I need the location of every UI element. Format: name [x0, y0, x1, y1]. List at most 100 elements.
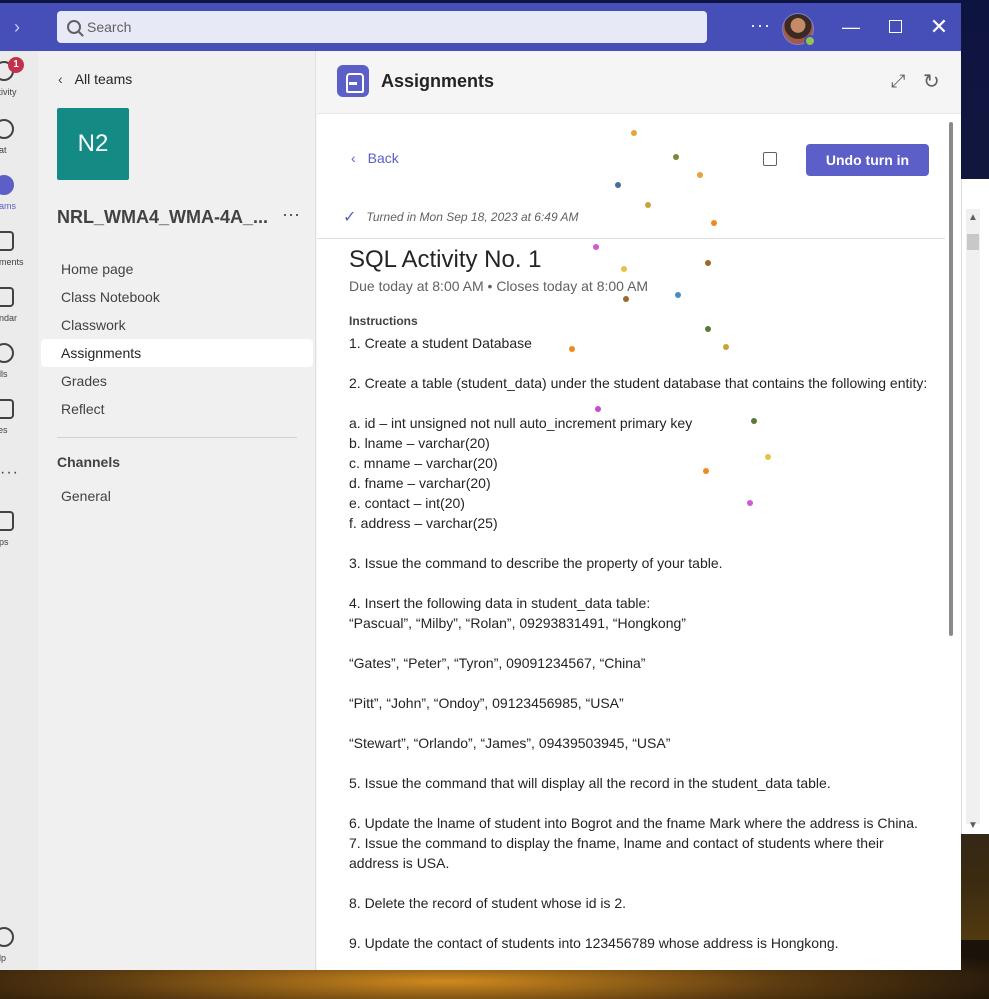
minimize-button[interactable]: — [839, 15, 863, 39]
teams-icon [0, 175, 14, 195]
instruction-line [349, 753, 939, 773]
confetti-dot [711, 220, 717, 226]
back-button[interactable]: ‹ Back [351, 150, 399, 166]
title-bar: › ··· — ✕ [0, 3, 961, 51]
nav-item-home-page[interactable]: Home page [41, 255, 313, 283]
instruction-line: “Pitt”, “John”, “Ondoy”, 09123456985, “U… [349, 695, 624, 711]
nav-item-assignments[interactable]: Assignments [41, 339, 313, 367]
background-window-scrollbar: ▲ ▼ [961, 179, 989, 834]
instruction-line [349, 713, 939, 733]
more-options-icon[interactable]: ··· [750, 15, 771, 36]
refresh-icon[interactable]: ↻ [923, 69, 940, 94]
search-icon [67, 20, 81, 34]
assignment-card: ‹ Back Undo turn in ✓ Turned in Mon Sep … [317, 113, 961, 970]
scrollbar-thumb[interactable] [967, 234, 979, 250]
nav-item-classwork[interactable]: Classwork [41, 311, 313, 339]
instruction-line [349, 793, 939, 813]
assignment-content: SQL Activity No. 1 Due today at 8:00 AM … [349, 245, 939, 953]
phone-icon [0, 343, 14, 363]
instruction-line: “Pascual”, “Milby”, “Rolan”, 09293831491… [349, 615, 686, 631]
rail-calls[interactable]: alls [0, 337, 38, 387]
rail-label: alls [0, 369, 8, 379]
rail-assignments[interactable]: nments [0, 225, 38, 275]
rail-teams[interactable]: eams [0, 169, 38, 219]
expand-icon[interactable]: ⤢ [891, 71, 905, 92]
team-nav: Home page Class Notebook Classwork Assig… [41, 255, 313, 423]
assignments-app-icon [337, 65, 369, 97]
instruction-line: 4. Insert the following data in student_… [349, 595, 651, 611]
rail-files[interactable]: iles [0, 393, 38, 443]
team-more-options-icon[interactable]: ··· [282, 204, 300, 225]
app-rail: 1 ctivity hat eams nments endar alls ile… [0, 51, 38, 970]
instruction-line: d. fname – varchar(20) [349, 475, 491, 491]
chevron-left-icon: ‹ [58, 71, 63, 87]
instruction-line: 8. Delete the record of student whose id… [349, 895, 627, 911]
all-teams-link[interactable]: ‹ All teams [58, 71, 132, 87]
page-title: Assignments [381, 71, 495, 91]
checkmark-icon: ✓ [343, 209, 357, 226]
confetti-dot [645, 202, 651, 208]
instruction-line: 3. Issue the command to describe the pro… [349, 555, 723, 571]
instruction-line: 6. Update the lname of student into Bogr… [349, 815, 918, 831]
rail-chat[interactable]: hat [0, 113, 38, 163]
turned-in-status: ✓ Turned in Mon Sep 18, 2023 at 6:49 AM [343, 207, 579, 227]
confetti-dot [705, 326, 711, 332]
rail-help[interactable]: elp [0, 921, 38, 970]
confetti-dot [703, 468, 709, 474]
confetti-dot [765, 454, 771, 460]
nav-item-reflect[interactable]: Reflect [41, 395, 313, 423]
team-name: NRL_WMA4_WMA-4A_... [57, 207, 269, 227]
confetti-dot [615, 182, 621, 188]
nav-item-grades[interactable]: Grades [41, 367, 313, 395]
expand-rail-chevron-icon[interactable]: › [6, 17, 28, 37]
instruction-line: “Gates”, “Peter”, “Tyron”, 09091234567, … [349, 655, 646, 671]
undo-turn-in-button[interactable]: Undo turn in [806, 144, 929, 176]
search-input[interactable] [87, 19, 687, 35]
content-scrollbar[interactable] [947, 118, 955, 968]
rail-apps[interactable]: pps [0, 505, 38, 555]
assignment-title: SQL Activity No. 1 [349, 246, 542, 273]
back-label: Back [367, 150, 399, 166]
more-apps-icon[interactable]: ··· [0, 464, 19, 482]
nav-item-class-notebook[interactable]: Class Notebook [41, 283, 313, 311]
confetti-dot [705, 260, 711, 266]
team-panel: ‹ All teams N2 NRL_WMA4_WMA-4A_... ··· H… [38, 51, 316, 970]
close-button[interactable]: ✕ [927, 15, 951, 39]
instruction-line: c. mname – varchar(20) [349, 455, 498, 471]
calendar-icon [0, 287, 14, 307]
confetti-dot [623, 296, 629, 302]
channel-item-general[interactable]: General [61, 488, 111, 504]
instructions-body: 1. Create a student Database 2. Create a… [349, 333, 939, 953]
instruction-line: 7. Issue the command to display the fnam… [349, 835, 884, 851]
scroll-up-arrow-icon[interactable]: ▲ [966, 211, 980, 225]
instruction-line: a. id – int unsigned not null auto_incre… [349, 415, 693, 431]
instruction-line: e. contact – int(20) [349, 495, 465, 511]
rail-label: pps [0, 537, 9, 547]
immersive-reader-icon[interactable] [763, 152, 777, 166]
instruction-line: address is USA. [349, 855, 450, 871]
instruction-line: f. address – varchar(25) [349, 515, 498, 531]
confetti-dot [723, 344, 729, 350]
rail-calendar[interactable]: endar [0, 281, 38, 331]
turned-in-text: Turned in Mon Sep 18, 2023 at 6:49 AM [366, 210, 579, 224]
file-icon [0, 399, 14, 419]
divider [57, 437, 297, 438]
chat-icon [0, 119, 14, 139]
apps-grid-icon [0, 511, 14, 531]
scroll-down-arrow-icon[interactable]: ▼ [966, 819, 980, 833]
backpack-icon [0, 231, 14, 251]
instruction-line [349, 873, 939, 893]
instruction-line [349, 393, 939, 413]
instruction-line: b. lname – varchar(20) [349, 435, 490, 451]
app-header: Assignments ⤢ ↻ [317, 51, 961, 113]
scrollbar-thumb[interactable] [949, 122, 953, 636]
confetti-dot [673, 154, 679, 160]
rail-activity[interactable]: 1 ctivity [0, 55, 38, 105]
maximize-button[interactable] [883, 15, 907, 39]
search-box[interactable] [57, 11, 707, 43]
confetti-dot [751, 418, 757, 424]
confetti-dot [747, 500, 753, 506]
instruction-line: 2. Create a table (student_data) under t… [349, 375, 928, 391]
profile-avatar[interactable] [782, 13, 816, 47]
instruction-line [349, 673, 939, 693]
